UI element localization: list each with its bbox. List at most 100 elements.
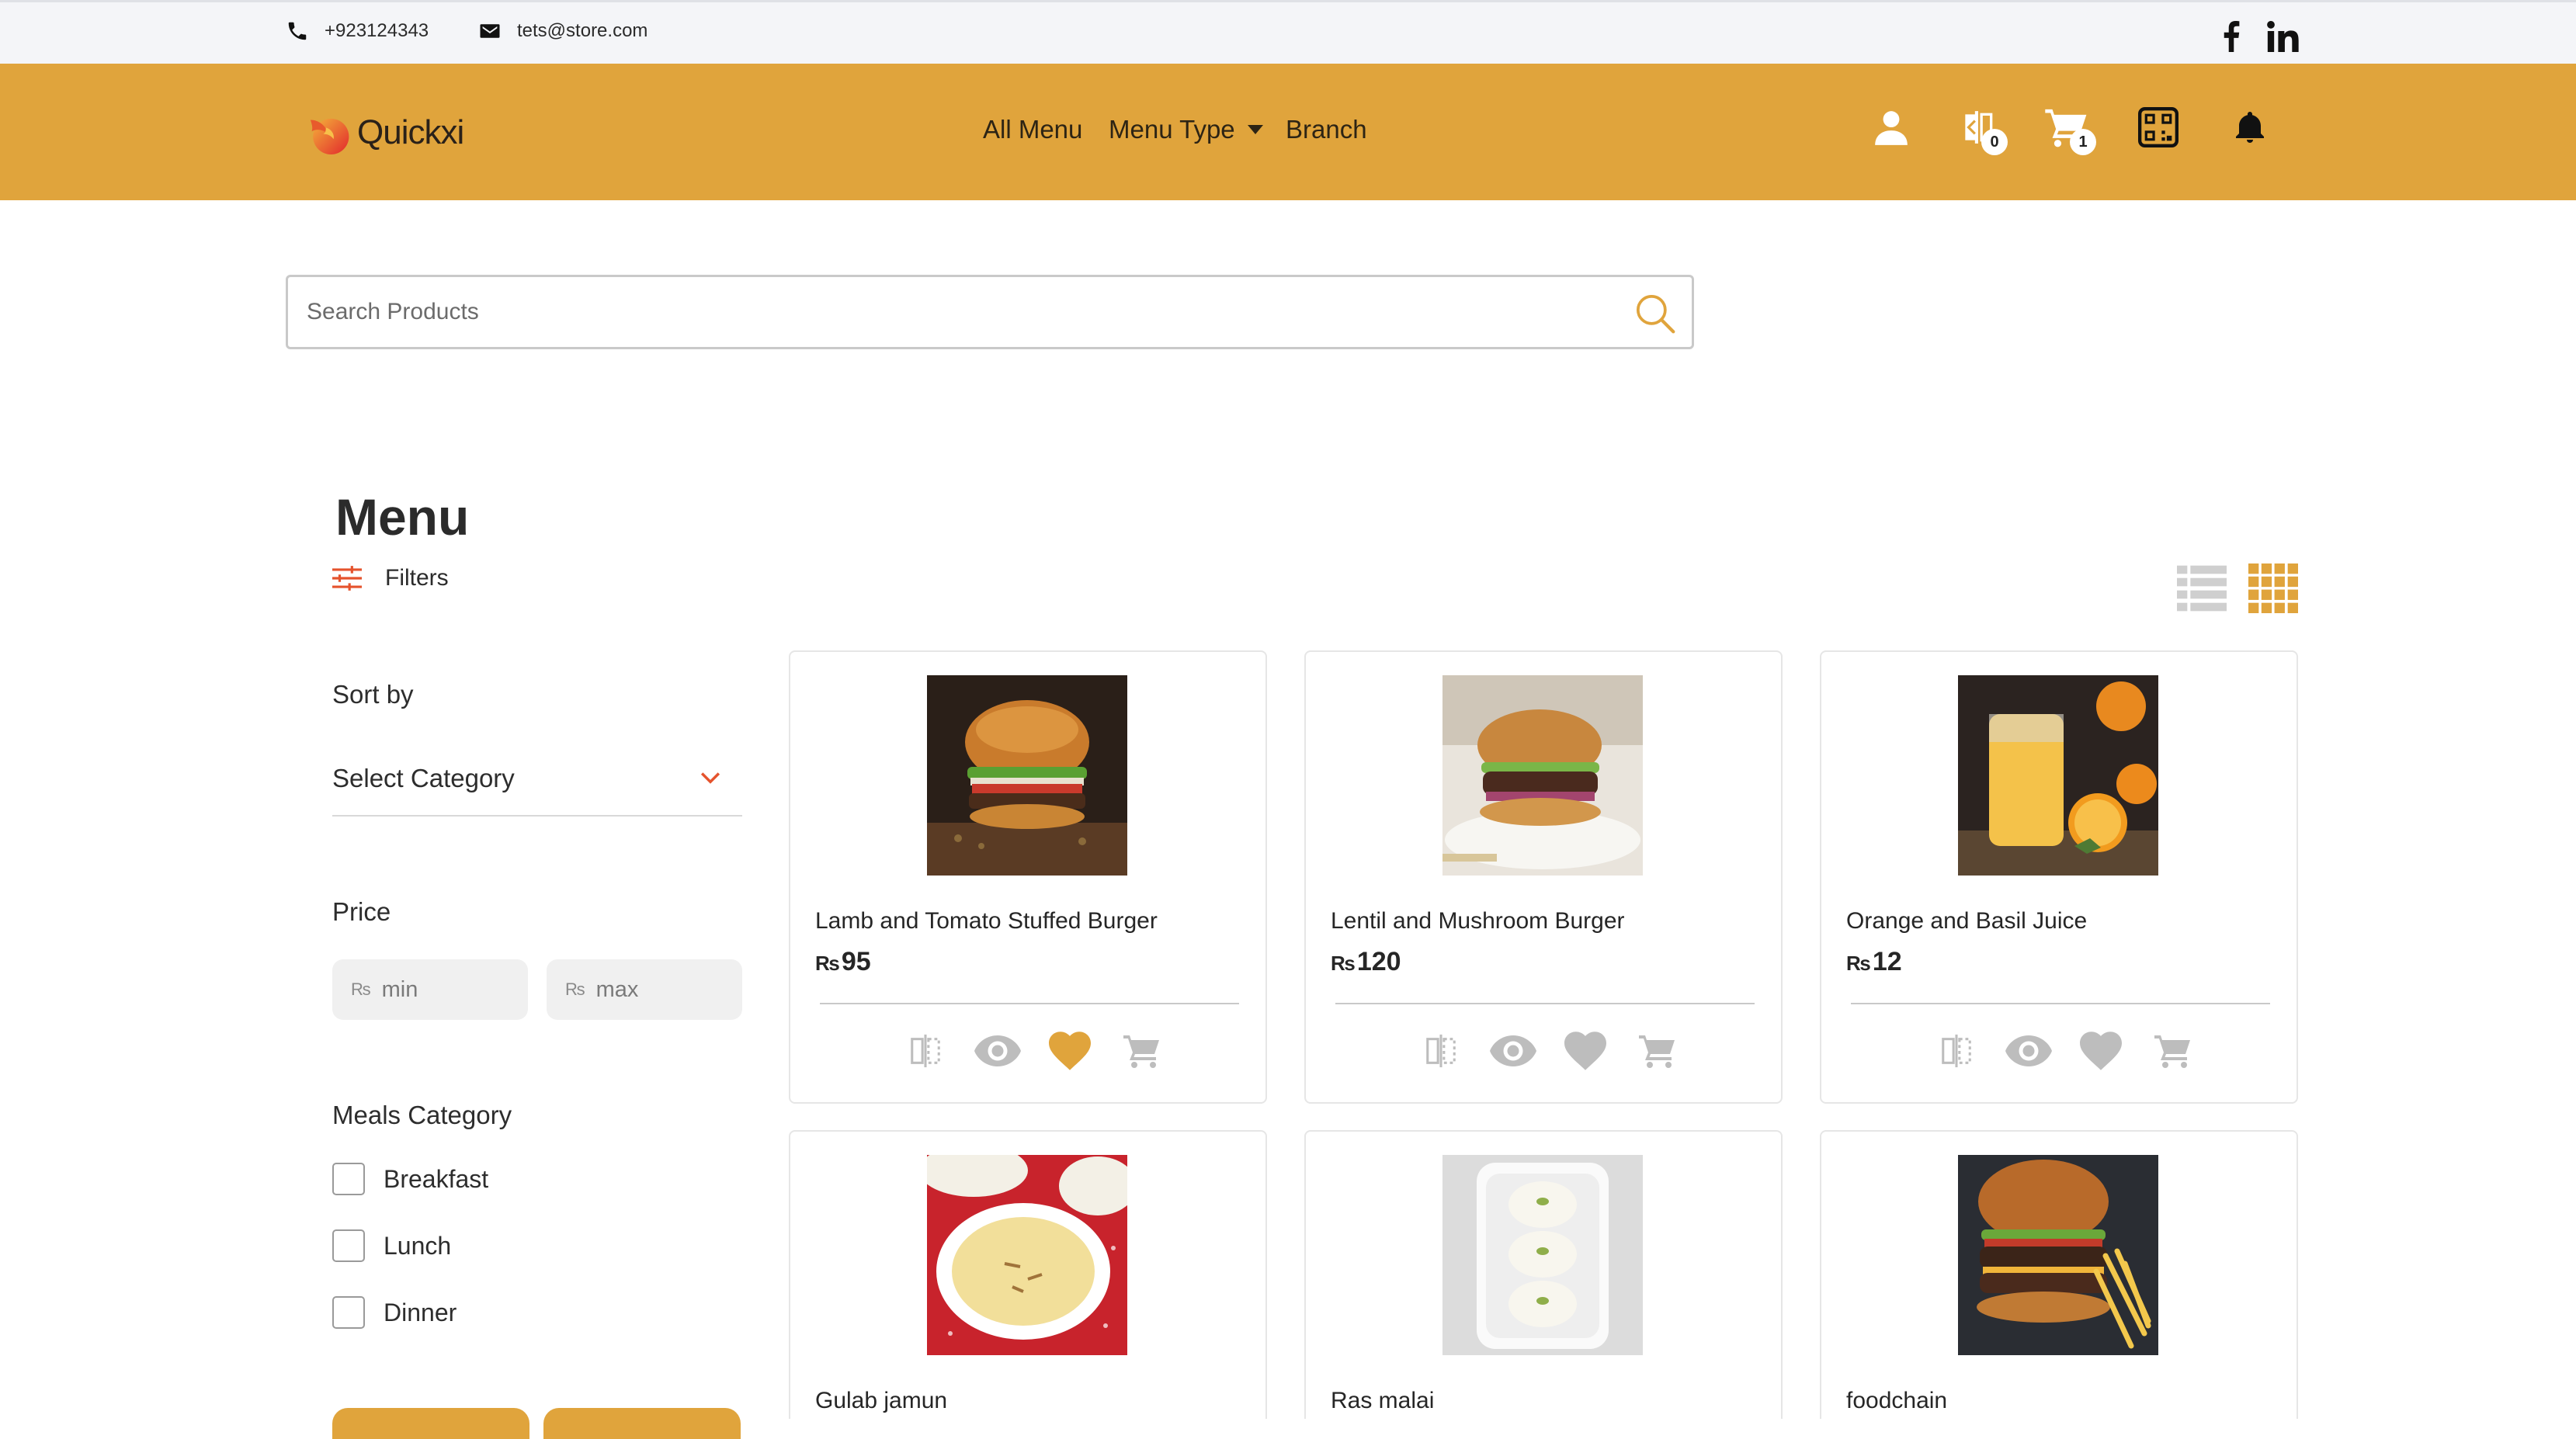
meal-label: Lunch: [384, 1231, 452, 1260]
category-select[interactable]: Select Category: [332, 758, 742, 817]
phone-number: +923124343: [325, 20, 429, 41]
compare-icon: [911, 1034, 940, 1068]
sliders-icon: [332, 566, 362, 591]
product-card[interactable]: Lentil and Mushroom Burger ₨ 120: [1304, 650, 1783, 1104]
product-card[interactable]: Lamb and Tomato Stuffed Burger ₨ 95: [789, 650, 1267, 1104]
add-to-cart-button[interactable]: [1634, 1028, 1681, 1074]
compare-count-badge: 0: [1981, 129, 2008, 155]
compare-icon: [1426, 1034, 1456, 1068]
product-price: ₨ 12: [1846, 947, 1902, 977]
product-actions: [902, 1028, 1191, 1074]
compare-button[interactable]: [1933, 1028, 1980, 1074]
logo-flame-icon: [310, 118, 349, 155]
cart-button[interactable]: 1: [2043, 104, 2096, 155]
price-value: 12: [1872, 947, 1902, 976]
notifications-button[interactable]: [2227, 104, 2273, 151]
caret-down-icon: [1247, 125, 1263, 134]
wishlist-button[interactable]: [1562, 1028, 1609, 1074]
price-label: Price: [332, 897, 391, 926]
compare-button[interactable]: [1418, 1028, 1464, 1074]
price-min-input[interactable]: ₨ min: [332, 959, 528, 1020]
meal-checkbox-dinner[interactable]: Dinner: [332, 1296, 457, 1329]
main-header: Quickxi All Menu Menu Type Branch 0 1: [0, 64, 2576, 200]
email-address: tets@store.com: [517, 20, 648, 41]
currency-symbol: ₨: [1331, 952, 1356, 975]
meal-label: Dinner: [384, 1298, 457, 1326]
product-image[interactable]: [1958, 675, 2158, 876]
product-image[interactable]: [927, 1155, 1127, 1355]
product-image[interactable]: [1958, 1155, 2158, 1355]
price-max-input[interactable]: ₨ max: [547, 959, 742, 1020]
list-view-button[interactable]: [2177, 563, 2227, 613]
product-card[interactable]: Gulab jamun: [789, 1130, 1267, 1419]
grid-view-button[interactable]: [2248, 563, 2298, 613]
chevron-down-icon: [700, 772, 720, 784]
quick-view-button[interactable]: [974, 1028, 1021, 1074]
top-contact-bar: +923124343 tets@store.com: [0, 0, 2576, 64]
checkbox[interactable]: [332, 1163, 365, 1195]
nav-all-menu[interactable]: All Menu: [983, 115, 1082, 144]
search-input[interactable]: [307, 288, 1588, 336]
product-name[interactable]: foodchain: [1846, 1388, 1947, 1414]
product-card[interactable]: Orange and Basil Juice ₨ 12: [1820, 650, 2298, 1104]
quick-view-button[interactable]: [1490, 1028, 1536, 1074]
meal-label: Breakfast: [384, 1164, 489, 1193]
product-actions: [1418, 1028, 1706, 1074]
qr-code-button[interactable]: [2135, 104, 2182, 151]
product-image[interactable]: [1442, 1155, 1643, 1355]
eye-icon: [1490, 1035, 1536, 1066]
meal-checkbox-breakfast[interactable]: Breakfast: [332, 1163, 488, 1195]
product-name[interactable]: Lentil and Mushroom Burger: [1331, 908, 1625, 934]
email-contact[interactable]: tets@store.com: [478, 19, 647, 43]
wishlist-button[interactable]: [2078, 1028, 2124, 1074]
linkedin-link[interactable]: [2267, 21, 2300, 52]
brand-logo[interactable]: Quickxi: [303, 107, 464, 158]
product-card[interactable]: foodchain: [1820, 1130, 2298, 1419]
cart-icon: [1123, 1035, 1159, 1068]
product-name[interactable]: Gulab jamun: [815, 1388, 947, 1414]
price-value: 95: [841, 947, 871, 976]
page-title: Menu: [335, 488, 470, 546]
nav-branch[interactable]: Branch: [1286, 115, 1367, 144]
list-view-icon: [2177, 565, 2227, 612]
eye-icon: [2005, 1035, 2052, 1066]
quick-view-button[interactable]: [2005, 1028, 2052, 1074]
wishlist-button[interactable]: [1047, 1028, 1093, 1074]
checkbox[interactable]: [332, 1229, 365, 1262]
facebook-link[interactable]: [2222, 21, 2241, 52]
currency-symbol: ₨: [565, 980, 585, 999]
logo-text: Quickxi: [357, 113, 464, 151]
reset-filter-button[interactable]: [543, 1408, 741, 1439]
search-button[interactable]: [1630, 288, 1681, 339]
user-account-button[interactable]: [1868, 104, 1915, 151]
meal-checkbox-lunch[interactable]: Lunch: [332, 1229, 451, 1262]
filters-label: Filters: [385, 565, 449, 591]
add-to-cart-button[interactable]: [2150, 1028, 2196, 1074]
product-image[interactable]: [1442, 675, 1643, 876]
facebook-icon: [2224, 21, 2240, 52]
grid-view-icon: [2248, 563, 2298, 613]
product-name[interactable]: Ras malai: [1331, 1388, 1434, 1414]
sort-by-label: Sort by: [332, 680, 414, 709]
price-value: 120: [1356, 947, 1401, 976]
nav-all-menu-label: All Menu: [983, 115, 1083, 144]
cart-icon: [2154, 1035, 2190, 1068]
meals-category-label: Meals Category: [332, 1101, 512, 1129]
product-name[interactable]: Orange and Basil Juice: [1846, 908, 2087, 934]
heart-icon: [1049, 1032, 1091, 1070]
heart-icon: [2080, 1032, 2122, 1070]
cart-icon: [1639, 1035, 1675, 1068]
apply-filter-button[interactable]: [332, 1408, 529, 1439]
nav-menu-type-dropdown[interactable]: Menu Type: [1109, 115, 1263, 144]
add-to-cart-button[interactable]: [1119, 1028, 1165, 1074]
compare-button[interactable]: 0: [1955, 104, 2008, 155]
product-name[interactable]: Lamb and Tomato Stuffed Burger: [815, 908, 1158, 934]
phone-contact[interactable]: +923124343: [286, 19, 429, 43]
checkbox[interactable]: [332, 1296, 365, 1329]
product-image[interactable]: [927, 675, 1127, 876]
card-divider: [820, 1003, 1239, 1004]
qr-code-icon: [2138, 107, 2178, 147]
filters-toggle[interactable]: Filters: [332, 565, 449, 591]
compare-button[interactable]: [902, 1028, 949, 1074]
product-card[interactable]: Ras malai: [1304, 1130, 1783, 1419]
